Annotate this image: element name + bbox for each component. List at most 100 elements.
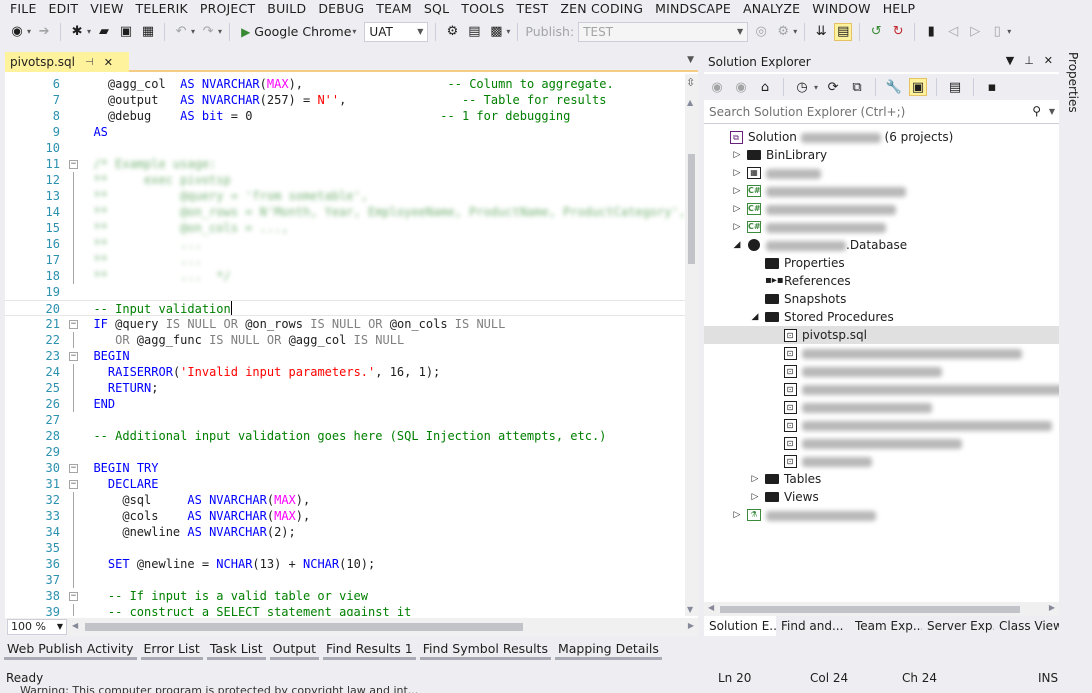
code-line[interactable]: 37 [5, 572, 685, 588]
tree-node[interactable]: ▷ C# [704, 218, 1059, 236]
menu-item-analyze[interactable]: ANALYZE [737, 1, 806, 16]
code-line[interactable]: 30− BEGIN TRY [5, 460, 685, 476]
code-line[interactable]: 19 [5, 284, 685, 300]
code-line[interactable]: 39 -- construct a SELECT statement again… [5, 604, 685, 616]
code-line[interactable]: 21− IF @query IS NULL OR @on_rows IS NUL… [5, 316, 685, 332]
code-line[interactable]: 20 -- Input validation [5, 300, 685, 316]
tool-window-tab[interactable]: Team Exp... [850, 616, 922, 636]
tool-window-tab[interactable]: Find and... [776, 616, 850, 636]
expand-icon[interactable]: ▷ [732, 164, 742, 182]
expand-icon[interactable]: ▷ [732, 200, 742, 218]
zoom-select[interactable]: 100 % ▼ [7, 619, 67, 635]
tree-node[interactable]: ⊡ pivotsp.sql [704, 326, 1059, 344]
expand-icon[interactable]: ▷ [732, 146, 742, 164]
scroll-up-icon[interactable]: ▲ [687, 98, 693, 107]
expand-icon[interactable]: ▷ [732, 218, 742, 236]
scroll-right-icon[interactable]: ▶ [1049, 603, 1055, 612]
back-dropdown[interactable]: ▾ [27, 27, 31, 36]
solution-explorer-search-input[interactable]: Search Solution Explorer (Ctrl+;) ⚲ ▼ [704, 100, 1059, 124]
add-comment-icon[interactable]: ↺ [867, 23, 885, 41]
collapse-region-icon[interactable]: − [69, 592, 78, 601]
tree-node[interactable]: ⊡ [704, 434, 1059, 452]
menu-item-sql[interactable]: SQL [418, 1, 455, 16]
tree-node[interactable]: ⊡ [704, 452, 1059, 470]
scroll-down-icon[interactable]: ▼ [687, 605, 693, 614]
code-line[interactable]: 26 END [5, 396, 685, 412]
menu-item-team[interactable]: TEAM [370, 1, 418, 16]
menu-item-window[interactable]: WINDOW [806, 1, 876, 16]
vertical-scrollbar[interactable]: ⇳ ▲ ▼ [685, 74, 698, 616]
collapse-region-icon[interactable]: − [69, 320, 78, 329]
tool-window-tab[interactable]: Class View [994, 616, 1059, 636]
menu-item-help[interactable]: HELP [877, 1, 922, 16]
menu-item-project[interactable]: PROJECT [194, 1, 261, 16]
code-text-area[interactable]: 6 @agg_col AS NVARCHAR(MAX), -- Column t… [5, 74, 685, 616]
sync-icon[interactable]: ⟳ [824, 78, 842, 96]
code-line[interactable]: 25 RETURN; [5, 380, 685, 396]
back-icon[interactable]: ◉ [8, 23, 26, 41]
redo-dropdown[interactable]: ▾ [218, 27, 222, 36]
bookmark-icon[interactable]: ▮ [922, 23, 940, 41]
tree-node[interactable]: ▷ ⚗ [704, 506, 1059, 524]
undo-dropdown[interactable]: ▾ [191, 27, 195, 36]
tree-node[interactable]: ▷ BinLibrary [704, 146, 1059, 164]
tree-node[interactable]: ⧉ Solution (6 projects) [704, 128, 1059, 146]
code-line[interactable]: 11− /* Example usage: [5, 156, 685, 172]
expand-icon[interactable]: ▷ [750, 488, 760, 506]
code-line[interactable]: 24 RAISERROR('Invalid input parameters.'… [5, 364, 685, 380]
code-line[interactable]: 32 @sql AS NVARCHAR(MAX), [5, 492, 685, 508]
tree-node[interactable]: ⊡ [704, 380, 1059, 398]
splitter-icon[interactable]: ⇳ [686, 76, 695, 89]
next-bookmark-icon[interactable]: ▷ [966, 23, 984, 41]
collapse-region-icon[interactable]: − [69, 352, 78, 361]
home-icon[interactable]: ⌂ [756, 78, 774, 96]
find-in-files-icon[interactable]: ⇊ [812, 23, 830, 41]
collapse-icon[interactable]: ◢ [750, 308, 760, 326]
attach-process-icon[interactable]: ⚙ [443, 23, 461, 41]
tree-node[interactable]: ▪▸▪ References [704, 272, 1059, 290]
start-debugging-button[interactable]: ▶ Google Chrome ▾ [237, 24, 360, 39]
save-icon[interactable]: ▣ [117, 23, 135, 41]
filter-dropdown[interactable]: ▾ [814, 83, 818, 92]
code-line[interactable]: 29 [5, 444, 685, 460]
tool-tab-find-results-1[interactable]: Find Results 1 [323, 640, 416, 660]
toolbar-overflow[interactable]: ▾ [1007, 27, 1011, 36]
tree-node[interactable]: ▷ ▦ [704, 164, 1059, 182]
tree-node[interactable]: ▷ C# [704, 200, 1059, 218]
horizontal-scrollbar[interactable]: ◀ ▶ [704, 602, 1059, 616]
code-line[interactable]: 38− -- If input is a valid table or view [5, 588, 685, 604]
tree-node[interactable]: ▷ Tables [704, 470, 1059, 488]
tree-node[interactable]: ⊡ [704, 416, 1059, 434]
code-line[interactable]: 13 ** @query = 'from sometable', [5, 188, 685, 204]
prev-bookmark-icon[interactable]: ◁ [944, 23, 962, 41]
code-line[interactable]: 22 OR @agg_func IS NULL OR @agg_col IS N… [5, 332, 685, 348]
tree-node[interactable]: ◢ .Database [704, 236, 1059, 254]
code-line[interactable]: 6 @agg_col AS NVARCHAR(MAX), -- Column t… [5, 76, 685, 92]
code-line[interactable]: 12 ** exec pivotsp [5, 172, 685, 188]
clear-bookmarks-icon[interactable]: ▯ [988, 23, 1006, 41]
menu-item-edit[interactable]: EDIT [43, 1, 85, 16]
collapse-region-icon[interactable]: − [69, 480, 78, 489]
code-line[interactable]: 34 @newline AS NVARCHAR(2); [5, 524, 685, 540]
code-line[interactable]: 8 @debug AS bit = 0 -- 1 for debugging [5, 108, 685, 124]
code-line[interactable]: 9 AS [5, 124, 685, 140]
close-icon[interactable]: ✕ [104, 56, 113, 69]
tool-tab-web-publish-activity[interactable]: Web Publish Activity [4, 640, 137, 660]
menu-item-file[interactable]: FILE [0, 1, 43, 16]
code-line[interactable]: 10 [5, 140, 685, 156]
scroll-thumb[interactable] [720, 606, 1020, 613]
expand-icon[interactable]: ▷ [732, 506, 742, 524]
search-icon[interactable]: ⚲ [1032, 104, 1041, 118]
chevron-down-icon[interactable]: ▼ [1049, 107, 1055, 116]
collapse-region-icon[interactable]: − [69, 160, 78, 169]
code-line[interactable]: 33 @cols AS NVARCHAR(MAX), [5, 508, 685, 524]
window-position-dropdown-icon[interactable]: ▼ [1006, 54, 1014, 67]
tree-node[interactable]: ◢ Stored Procedures [704, 308, 1059, 326]
pending-changes-filter-icon[interactable]: ◷ [793, 78, 811, 96]
tool-tab-output[interactable]: Output [269, 640, 320, 660]
tree-node[interactable]: Properties [704, 254, 1059, 272]
tree-node[interactable]: ⊡ [704, 362, 1059, 380]
pin-icon[interactable]: ⊥ [1024, 54, 1034, 67]
new-project-icon[interactable]: ✱ [68, 23, 86, 41]
new-project-dropdown[interactable]: ▾ [87, 27, 91, 36]
